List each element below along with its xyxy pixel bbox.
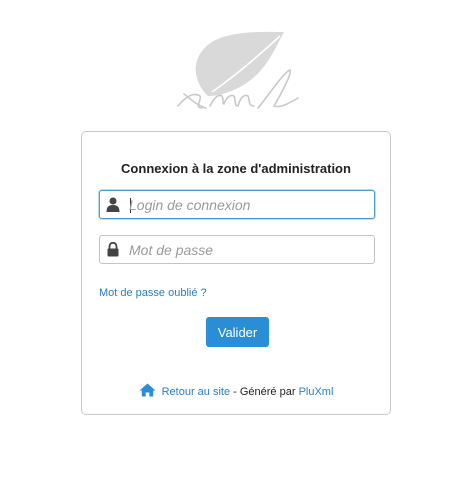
username-field[interactable]: [99, 190, 375, 219]
login-panel: Connexion à la zone d'administration Mot…: [81, 131, 391, 415]
login-title: Connexion à la zone d'administration: [121, 161, 351, 176]
leaf-icon: [195, 31, 284, 96]
home-icon[interactable]: [139, 383, 156, 397]
back-to-site-link[interactable]: Retour au site: [162, 386, 230, 398]
login-footer: Retour au site - Généré par PluXml: [82, 383, 390, 398]
pluxml-link[interactable]: PluXml: [299, 386, 334, 398]
password-input[interactable]: [129, 236, 369, 263]
pluxml-logo: [177, 31, 299, 109]
user-icon: [106, 197, 120, 212]
submit-button[interactable]: Valider: [206, 317, 269, 347]
footer-separator: - Généré par: [230, 386, 299, 398]
lock-icon: [107, 242, 119, 257]
forgot-password-link[interactable]: Mot de passe oublié ?: [99, 287, 207, 299]
username-input[interactable]: [129, 191, 369, 218]
password-field[interactable]: [99, 235, 375, 264]
